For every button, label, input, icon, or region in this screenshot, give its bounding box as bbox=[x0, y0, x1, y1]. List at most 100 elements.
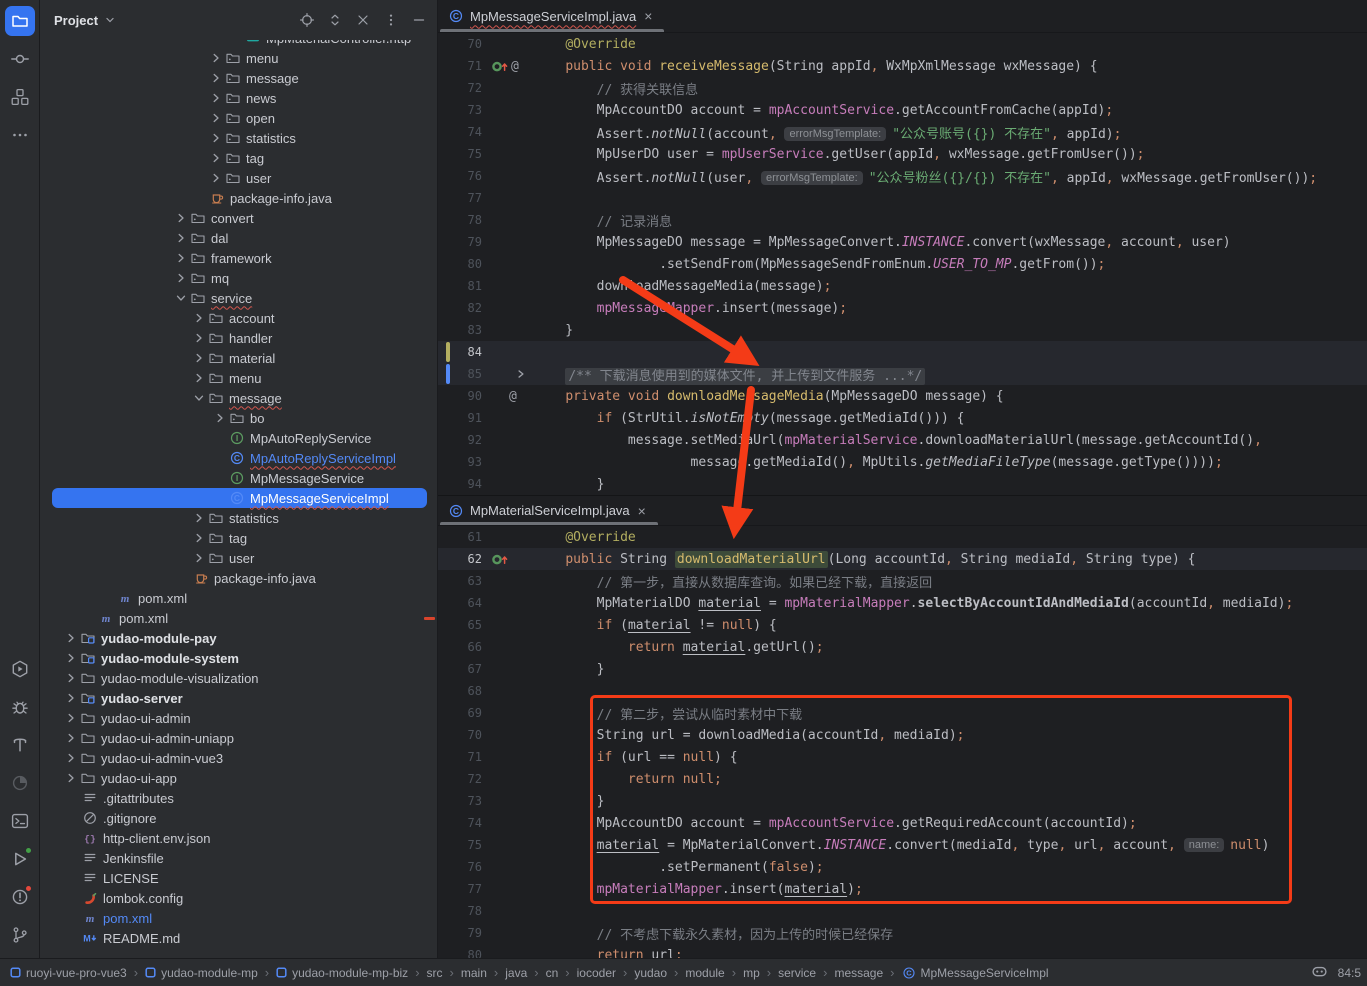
editor-tab[interactable]: CMpMessageServiceImpl.java× bbox=[438, 0, 666, 32]
tree-item[interactable]: mpom.xml bbox=[40, 908, 437, 928]
line-number[interactable]: 78 bbox=[438, 213, 482, 227]
tree-chevron[interactable] bbox=[207, 130, 225, 146]
breadcrumb-item[interactable]: mp bbox=[743, 966, 760, 980]
breadcrumb-item[interactable]: service bbox=[778, 966, 816, 980]
tab-close-icon[interactable]: × bbox=[642, 7, 654, 25]
tree-chevron[interactable] bbox=[62, 770, 80, 786]
line-number[interactable]: 85 bbox=[438, 367, 482, 381]
line-number[interactable]: 70 bbox=[438, 37, 482, 51]
line-number[interactable]: 76 bbox=[438, 860, 482, 874]
tree-chevron[interactable] bbox=[190, 370, 208, 386]
code-line[interactable]: 74 Assert.notNull(account, errorMsgTempl… bbox=[438, 121, 1367, 143]
code-line[interactable]: 67 } bbox=[438, 658, 1367, 680]
code-line[interactable]: 64 MpMaterialDO material = mpMaterialMap… bbox=[438, 592, 1367, 614]
tree-chevron[interactable] bbox=[172, 250, 190, 266]
tree-chevron[interactable] bbox=[62, 670, 80, 686]
tree-item[interactable]: lombok.config bbox=[40, 888, 437, 908]
code-line[interactable]: 83 } bbox=[438, 319, 1367, 341]
tree-chevron[interactable] bbox=[207, 170, 225, 186]
tree-chevron[interactable] bbox=[190, 390, 208, 406]
tree-item[interactable]: yudao-module-pay bbox=[40, 628, 437, 648]
line-number[interactable]: 66 bbox=[438, 640, 482, 654]
tree-chevron[interactable] bbox=[62, 750, 80, 766]
code-line[interactable]: 82 mpMessageMapper.insert(message); bbox=[438, 297, 1367, 319]
line-number[interactable]: 79 bbox=[438, 926, 482, 940]
tree-chevron[interactable] bbox=[207, 110, 225, 126]
tree-item[interactable]: news bbox=[40, 88, 437, 108]
tree-item[interactable]: MREADME.md bbox=[40, 928, 437, 948]
tree-chevron[interactable] bbox=[62, 730, 80, 746]
tree-item[interactable]: yudao-module-visualization bbox=[40, 668, 437, 688]
tree-chevron[interactable] bbox=[190, 310, 208, 326]
code-line[interactable]: 75 material = MpMaterialConvert.INSTANCE… bbox=[438, 834, 1367, 856]
line-number[interactable]: 77 bbox=[438, 191, 482, 205]
breadcrumb-item[interactable]: ruoyi-vue-pro-vue3 bbox=[10, 966, 127, 980]
line-number[interactable]: 91 bbox=[438, 411, 482, 425]
terminal-tool-button[interactable] bbox=[5, 806, 35, 836]
tree-chevron[interactable] bbox=[190, 530, 208, 546]
breadcrumb-item[interactable]: iocoder bbox=[577, 966, 616, 980]
code-line[interactable]: 77 bbox=[438, 187, 1367, 209]
line-number[interactable]: 77 bbox=[438, 882, 482, 896]
tree-item[interactable]: framework bbox=[40, 248, 437, 268]
line-number[interactable]: 90 bbox=[438, 389, 482, 403]
expand-collapse-button[interactable] bbox=[327, 12, 343, 28]
tree-item[interactable]: account bbox=[40, 308, 437, 328]
copilot-status-icon[interactable] bbox=[1311, 963, 1328, 983]
tree-chevron[interactable] bbox=[207, 50, 225, 66]
line-number[interactable]: 69 bbox=[438, 706, 482, 720]
code-line[interactable]: 71 if (url == null) { bbox=[438, 746, 1367, 768]
code-line[interactable]: 69 // 第二步，尝试从临时素材中下载 bbox=[438, 702, 1367, 724]
tree-item[interactable]: yudao-ui-admin-uniapp bbox=[40, 728, 437, 748]
tree-item[interactable]: menu bbox=[40, 368, 437, 388]
line-number[interactable]: 94 bbox=[438, 477, 482, 491]
tree-item[interactable]: yudao-ui-app bbox=[40, 768, 437, 788]
profiler-tool-button[interactable] bbox=[5, 768, 35, 798]
tree-item[interactable]: yudao-module-system bbox=[40, 648, 437, 668]
code-line[interactable]: 76 Assert.notNull(user, errorMsgTemplate… bbox=[438, 165, 1367, 187]
line-number[interactable]: 62 bbox=[438, 552, 482, 566]
tree-chevron[interactable] bbox=[62, 690, 80, 706]
tree-chevron[interactable] bbox=[211, 410, 229, 426]
tree-item[interactable]: user bbox=[40, 168, 437, 188]
line-number[interactable]: 81 bbox=[438, 279, 482, 293]
tree-chevron[interactable] bbox=[207, 70, 225, 86]
breadcrumb-item[interactable]: module bbox=[685, 966, 724, 980]
project-tool-button[interactable] bbox=[5, 6, 35, 36]
code-line[interactable]: 78 // 记录消息 bbox=[438, 209, 1367, 231]
tree-item[interactable]: package-info.java bbox=[40, 188, 437, 208]
tree-item[interactable]: .gitattributes bbox=[40, 788, 437, 808]
tree-chevron[interactable] bbox=[172, 230, 190, 246]
tree-item[interactable]: yudao-server bbox=[40, 688, 437, 708]
breadcrumb-item[interactable]: java bbox=[505, 966, 527, 980]
tree-item[interactable]: bo bbox=[40, 408, 437, 428]
line-number[interactable]: 61 bbox=[438, 530, 482, 544]
code-line[interactable]: 79 MpMessageDO message = MpMessageConver… bbox=[438, 231, 1367, 253]
breadcrumb-item[interactable]: yudao bbox=[634, 966, 667, 980]
select-opened-file-button[interactable] bbox=[299, 12, 315, 28]
tree-item[interactable]: CMpAutoReplyServiceImpl bbox=[40, 448, 437, 468]
line-number[interactable]: 75 bbox=[438, 838, 482, 852]
tree-item[interactable]: .gitignore bbox=[40, 808, 437, 828]
tree-item[interactable]: mq bbox=[40, 268, 437, 288]
code-line[interactable]: 91 if (StrUtil.isNotEmpty(message.getMed… bbox=[438, 407, 1367, 429]
line-number[interactable]: 82 bbox=[438, 301, 482, 315]
code-line[interactable]: 77 mpMaterialMapper.insert(material); bbox=[438, 878, 1367, 900]
tree-item[interactable]: statistics bbox=[40, 508, 437, 528]
breadcrumb-item[interactable]: CMpMessageServiceImpl bbox=[902, 966, 1049, 980]
tree-item[interactable]: convert bbox=[40, 208, 437, 228]
tree-chevron[interactable] bbox=[207, 90, 225, 106]
tree-item[interactable]: yudao-ui-admin-vue3 bbox=[40, 748, 437, 768]
line-number[interactable]: 73 bbox=[438, 103, 482, 117]
breadcrumb-item[interactable]: yudao-module-mp-biz bbox=[276, 966, 408, 980]
code-line[interactable]: 78 bbox=[438, 900, 1367, 922]
tree-chevron[interactable] bbox=[62, 710, 80, 726]
breadcrumb-item[interactable]: cn bbox=[546, 966, 559, 980]
tree-item[interactable]: menu bbox=[40, 48, 437, 68]
line-number[interactable]: 74 bbox=[438, 125, 482, 139]
annotation-gutter-icon[interactable]: @ bbox=[509, 389, 517, 404]
collapse-all-button[interactable] bbox=[355, 12, 371, 28]
line-number[interactable]: 78 bbox=[438, 904, 482, 918]
overrides-gutter-icon[interactable] bbox=[491, 58, 509, 74]
tree-item[interactable]: mpom.xml bbox=[40, 608, 437, 628]
